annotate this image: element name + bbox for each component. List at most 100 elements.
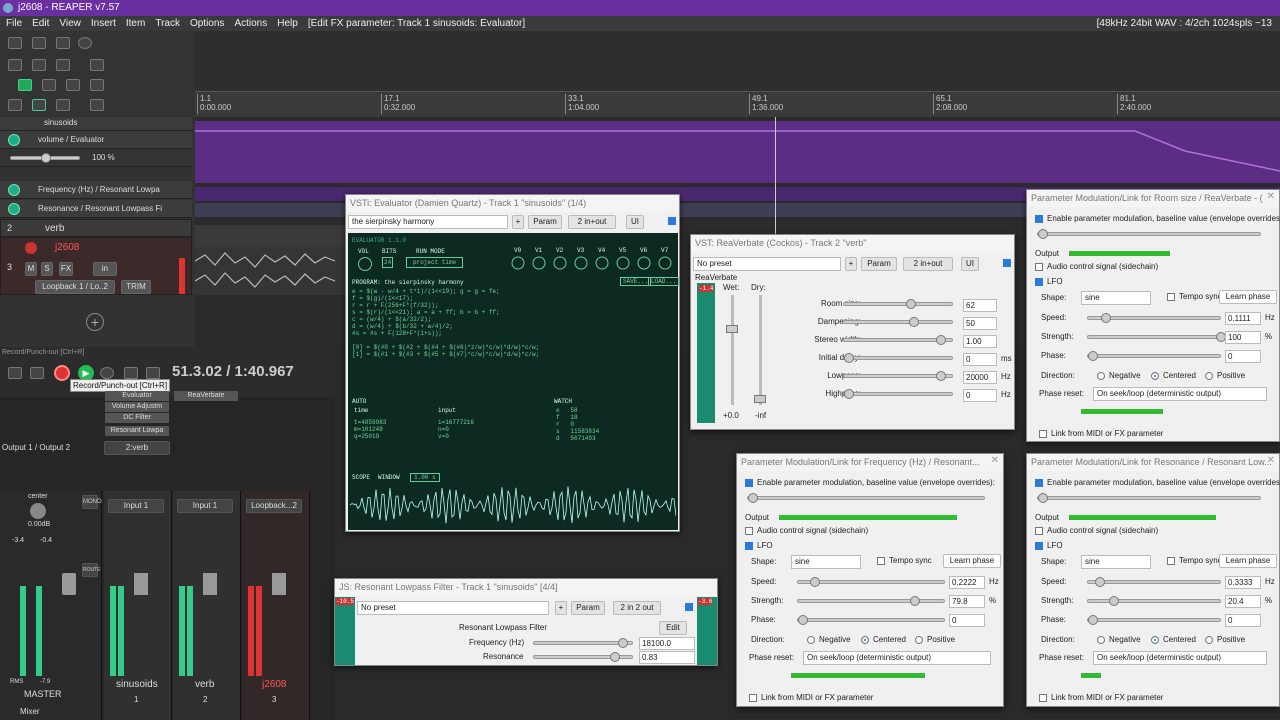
slider-knob[interactable] bbox=[754, 395, 766, 403]
shape-select[interactable]: sine bbox=[1081, 291, 1151, 305]
mute-button[interactable]: M bbox=[25, 262, 37, 276]
track-verb[interactable]: 2 verb bbox=[0, 219, 192, 237]
slider-knob[interactable] bbox=[1038, 493, 1048, 503]
reverb-param-slider[interactable] bbox=[843, 299, 953, 309]
env-volume-slider[interactable] bbox=[10, 153, 80, 163]
fx-slot-evaluator[interactable]: Evaluator bbox=[105, 391, 169, 401]
window-value[interactable]: 1.00 s bbox=[410, 473, 440, 482]
speed-value[interactable]: 0.3333 bbox=[1225, 576, 1261, 589]
mono-button[interactable]: MONO bbox=[82, 495, 102, 509]
env-volume-row[interactable]: volume / Evaluator bbox=[0, 131, 192, 149]
shape-select[interactable]: sine bbox=[1081, 555, 1151, 569]
enable-modulation-checkbox[interactable] bbox=[1035, 479, 1043, 487]
fx-enable-checkbox[interactable] bbox=[685, 603, 693, 611]
strength-value[interactable]: 20.4 bbox=[1225, 595, 1261, 608]
strength-value[interactable]: 100 bbox=[1225, 331, 1261, 344]
reverb-param-slider[interactable] bbox=[843, 371, 953, 381]
master-fader[interactable] bbox=[62, 573, 76, 595]
phase-slider[interactable] bbox=[1087, 615, 1221, 625]
reverb-param-value[interactable]: 0 bbox=[963, 353, 997, 366]
grid-icon[interactable] bbox=[90, 59, 104, 71]
fx-slot-dc-filter[interactable]: DC Filter bbox=[105, 413, 169, 423]
send-verb[interactable]: 2:verb bbox=[104, 441, 170, 455]
lfo-checkbox[interactable] bbox=[1035, 278, 1043, 286]
channel-input-select[interactable]: Loopback...2 bbox=[246, 499, 302, 513]
lock-icon[interactable] bbox=[56, 99, 70, 111]
fx-enable-checkbox[interactable] bbox=[668, 217, 676, 225]
close-icon[interactable]: ✕ bbox=[1267, 191, 1275, 202]
slider-knob[interactable] bbox=[936, 371, 946, 381]
slider-knob[interactable] bbox=[844, 389, 854, 399]
slider-knob[interactable] bbox=[909, 317, 919, 327]
master-pan-knob[interactable] bbox=[30, 503, 46, 519]
save-program-button[interactable]: SAVE... bbox=[620, 277, 652, 286]
menu-insert[interactable]: Insert bbox=[91, 18, 116, 29]
tempo-sync-checkbox[interactable] bbox=[877, 557, 885, 565]
reverb-param-value[interactable]: 50 bbox=[963, 317, 997, 330]
add-preset-button[interactable]: + bbox=[845, 257, 857, 271]
strength-value[interactable]: 79.8 bbox=[949, 595, 985, 608]
time-display[interactable]: 51.3.02 / 1:40.967 bbox=[172, 363, 294, 380]
menu-edit[interactable]: Edit bbox=[32, 18, 49, 29]
route-button[interactable]: ROUTE bbox=[82, 563, 101, 577]
repeat-icon[interactable] bbox=[100, 367, 114, 379]
envelope-points-icon[interactable] bbox=[8, 99, 22, 111]
env-lane-header-1[interactable]: sinusoids bbox=[0, 117, 192, 131]
record-icon[interactable] bbox=[54, 365, 70, 381]
speed-value[interactable]: 0.1111 bbox=[1225, 312, 1261, 325]
redo-icon[interactable] bbox=[32, 59, 46, 71]
volume-envelope-lane[interactable] bbox=[195, 121, 1280, 183]
slider-knob[interactable] bbox=[1088, 615, 1098, 625]
menu-options[interactable]: Options bbox=[190, 18, 224, 29]
v-knobs[interactable] bbox=[508, 255, 678, 271]
track-name[interactable]: j2608 bbox=[55, 242, 79, 253]
param-button[interactable]: Param bbox=[571, 601, 605, 615]
slider-knob[interactable] bbox=[1088, 351, 1098, 361]
slider-knob[interactable] bbox=[748, 493, 758, 503]
audio-sidechain-checkbox[interactable] bbox=[1035, 263, 1043, 271]
speed-slider[interactable] bbox=[797, 577, 945, 587]
direction-negative-radio[interactable] bbox=[807, 636, 815, 644]
load-program-button[interactable]: LOAD... bbox=[648, 277, 680, 286]
io-button[interactable]: 2 in+out bbox=[568, 215, 616, 229]
reverb-param-value[interactable]: 62 bbox=[963, 299, 997, 312]
tempo-sync-checkbox[interactable] bbox=[1167, 293, 1175, 301]
baseline-slider[interactable] bbox=[747, 493, 985, 503]
timeline-ruler[interactable]: 1.1 0:00.000 17.1 0:32.000 33.1 1:04.000 49… bbox=[195, 31, 1280, 117]
baseline-slider[interactable] bbox=[1037, 493, 1261, 503]
go-to-start-icon[interactable] bbox=[8, 367, 22, 379]
strength-slider[interactable] bbox=[1087, 596, 1221, 606]
program-code-editor[interactable]: e = $(w - w/4 + t*1)/(1<<19); g = g = fe… bbox=[352, 288, 672, 388]
solo-button[interactable]: S bbox=[41, 262, 53, 276]
menu-actions[interactable]: Actions bbox=[234, 18, 267, 29]
phase-reset-select[interactable]: On seek/loop (deterministic output) bbox=[1093, 651, 1267, 665]
env-resonance-row[interactable]: Resonance / Resonant Lowpass Fi bbox=[0, 200, 192, 218]
env-power-icon[interactable] bbox=[8, 203, 20, 215]
phase-reset-select[interactable]: On seek/loop (deterministic output) bbox=[803, 651, 991, 665]
env-power-icon[interactable] bbox=[8, 184, 20, 196]
lfo-checkbox[interactable] bbox=[1035, 542, 1043, 550]
channel-fader[interactable] bbox=[203, 573, 217, 595]
learn-phase-button[interactable]: Learn phase bbox=[1219, 554, 1277, 568]
track-j2608[interactable]: 3 j2608 M S FX in Loopback 1 / Lo..2 TRI… bbox=[0, 237, 192, 295]
preset-select[interactable]: the sierpinsky harmony bbox=[348, 215, 508, 229]
add-track-icon[interactable]: + bbox=[86, 313, 104, 331]
slider-knob[interactable] bbox=[1095, 577, 1105, 587]
slider-knob[interactable] bbox=[1038, 229, 1048, 239]
track-name[interactable]: verb bbox=[45, 223, 64, 234]
phase-slider[interactable] bbox=[1087, 351, 1221, 361]
undo-icon[interactable] bbox=[8, 59, 22, 71]
volume-envelope-line[interactable] bbox=[195, 121, 1280, 183]
mixer-tab[interactable]: Mixer bbox=[20, 707, 40, 716]
menu-track[interactable]: Track bbox=[155, 18, 180, 29]
reverb-param-slider[interactable] bbox=[843, 389, 953, 399]
direction-positive-radio[interactable] bbox=[1205, 636, 1213, 644]
menu-view[interactable]: View bbox=[59, 18, 81, 29]
speed-slider[interactable] bbox=[1087, 313, 1221, 323]
fx-slot-resonant-lowpass[interactable]: Resonant Lowpa bbox=[105, 426, 169, 436]
learn-phase-button[interactable]: Learn phase bbox=[1219, 290, 1277, 304]
speed-value[interactable]: 0.2222 bbox=[949, 576, 985, 589]
save-project-icon[interactable] bbox=[56, 37, 70, 49]
slider-knob[interactable] bbox=[618, 638, 628, 648]
slider-knob[interactable] bbox=[810, 577, 820, 587]
